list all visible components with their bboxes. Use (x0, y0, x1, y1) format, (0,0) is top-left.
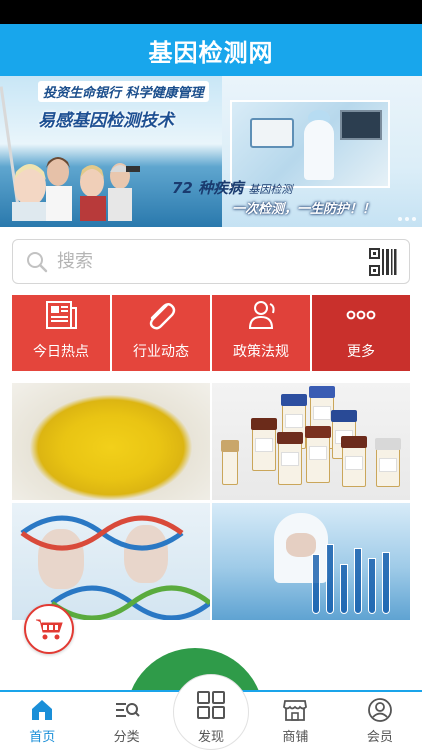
nav-label: 首页 (29, 730, 56, 745)
banner-family-photo (12, 157, 140, 221)
grid-icon (197, 691, 225, 719)
ampoule (221, 440, 239, 485)
search-input[interactable] (57, 251, 337, 272)
category-today-hot[interactable]: 今日热点 (12, 295, 110, 371)
promo-disease-count: 72 种疾病 (172, 179, 244, 197)
promo-sub: 基因检测 (248, 183, 293, 196)
banner-tagline: 投资生命银行 科学健康管理 (38, 81, 209, 102)
nav-label: 分类 (113, 730, 140, 745)
cart-icon (36, 619, 63, 640)
home-icon (32, 700, 53, 720)
status-bar (0, 0, 422, 24)
vial (341, 436, 367, 487)
photo-reagent-vials[interactable] (212, 383, 410, 500)
cart-button[interactable] (24, 604, 74, 654)
search-icon (27, 251, 48, 272)
nav-category[interactable]: 分类 (84, 692, 168, 750)
category-label: 更多 (347, 344, 375, 360)
qr-code-icon[interactable] (369, 248, 397, 276)
dna-helix-graphic (20, 515, 210, 620)
search-bar[interactable] (12, 239, 410, 284)
nav-label: 会员 (366, 730, 393, 745)
nav-home[interactable]: 首页 (0, 692, 84, 750)
more-icon (346, 310, 376, 320)
nav-label: 发现 (197, 730, 224, 745)
nav-label: 商铺 (282, 730, 309, 745)
category-search-icon (115, 703, 140, 717)
banner-pager-dots[interactable] (398, 217, 416, 221)
banner-promo-line-2: 一次检测，一生防护！！ (232, 202, 376, 217)
lab-worker (304, 120, 334, 180)
category-grid: 今日热点 行业动态 政策法规 更多 (12, 295, 410, 371)
promo-banner[interactable]: 投资生命银行 科学健康管理 易感基因检测技术 72 种疾病 基因检测 一次检测，… (0, 76, 422, 227)
photo-lab-research[interactable] (212, 503, 410, 620)
category-label: 今日热点 (33, 344, 89, 360)
test-tube (368, 558, 376, 614)
category-more[interactable]: 更多 (312, 295, 410, 371)
page-title: 基因检测网 (148, 38, 274, 67)
banner-headline: 易感基因检测技术 (38, 111, 174, 131)
test-tube (340, 564, 348, 614)
test-tube (382, 552, 390, 614)
paperclip-icon (149, 303, 176, 330)
category-label: 行业动态 (133, 344, 189, 360)
vial (375, 438, 401, 487)
category-label: 政策法规 (233, 344, 289, 360)
vial (277, 432, 303, 485)
banner-promo-line-1: 72 种疾病 基因检测 (172, 177, 292, 198)
test-tube (354, 548, 362, 614)
shop-icon (283, 700, 308, 721)
test-tube (326, 544, 334, 614)
nav-member[interactable]: 会员 (338, 692, 422, 750)
user-icon (367, 698, 392, 722)
nav-shop[interactable]: 商铺 (253, 692, 337, 750)
category-policy[interactable]: 政策法规 (212, 295, 310, 371)
photo-dna-scientists[interactable] (12, 503, 210, 620)
vial (251, 418, 277, 471)
vial (305, 426, 331, 483)
nav-discover[interactable]: 发现 (173, 684, 249, 750)
photo-grid (12, 383, 410, 623)
photo-yellow-powder[interactable] (12, 383, 210, 500)
newspaper-icon (46, 301, 77, 329)
lab-machine (250, 118, 294, 148)
lab-photo (230, 100, 390, 188)
lab-monitor (340, 110, 382, 140)
test-tube (312, 554, 320, 614)
category-industry-news[interactable]: 行业动态 (112, 295, 210, 371)
people-icon (248, 301, 275, 329)
app-header: 基因检测网 (0, 24, 422, 76)
